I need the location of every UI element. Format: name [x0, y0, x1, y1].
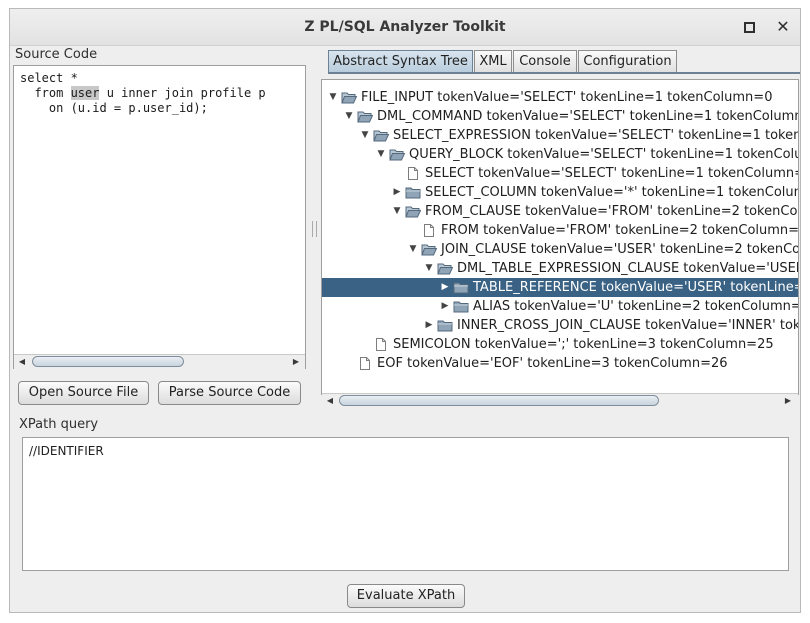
window-title: Z PL/SQL Analyzer Toolkit — [304, 19, 506, 35]
tree-node[interactable]: ▼ SELECT_EXPRESSION tokenValue='SELECT' t… — [322, 126, 798, 145]
folder-icon — [437, 319, 453, 332]
source-hscrollbar[interactable]: ◀ ▶ — [14, 354, 305, 369]
tree-node-label: FILE_INPUT tokenValue='SELECT' tokenLine… — [361, 90, 773, 105]
file-icon — [357, 357, 373, 370]
folder-icon — [405, 186, 421, 199]
code-segment: u inner join profile p — [99, 86, 266, 100]
tree-node-label: SELECT tokenValue='SELECT' tokenLine=1 t… — [425, 166, 799, 181]
tab-configuration[interactable]: Configuration — [578, 50, 677, 72]
tree-node[interactable]: EOF tokenValue='EOF' tokenLine=3 tokenCo… — [322, 354, 798, 373]
file-icon — [405, 167, 421, 180]
scroll-left-icon[interactable]: ◀ — [324, 395, 336, 407]
expanded-toggle-icon[interactable]: ▼ — [344, 107, 354, 126]
folder-open-icon — [357, 110, 374, 123]
grip-icon — [312, 221, 317, 237]
tree-node-label: SELECT_EXPRESSION tokenValue='SELECT' to… — [393, 128, 798, 143]
xpath-query-text: //IDENTIFIER — [29, 444, 104, 458]
tree-node-label: DML_TABLE_EXPRESSION_CLAUSE tokenValue='… — [457, 261, 799, 276]
file-icon — [421, 224, 437, 237]
tree-node[interactable]: SEMICOLON tokenValue=';' tokenLine=3 tok… — [322, 335, 798, 354]
tab-underline — [328, 72, 800, 74]
folder-open-icon — [389, 148, 406, 161]
tree-node[interactable]: ▼ JOIN_CLAUSE tokenValue='USER' tokenLine… — [322, 240, 798, 259]
folder-open-icon — [341, 91, 358, 104]
tree-node[interactable]: ▶ TABLE_REFERENCE tokenValue='USER' token… — [322, 278, 798, 297]
tree-node-label: INNER_CROSS_JOIN_CLAUSE tokenValue='INNE… — [457, 318, 798, 333]
close-icon: ✕ — [776, 17, 790, 36]
code-line: select * — [20, 71, 266, 86]
tree-node-label: DML_COMMAND tokenValue='SELECT' tokenLin… — [377, 109, 799, 124]
collapsed-toggle-icon[interactable]: ▶ — [440, 278, 450, 297]
folder-icon — [453, 300, 469, 313]
tree-node[interactable]: ▶ ALIAS tokenValue='U' tokenLine=2 tokenC… — [322, 297, 798, 316]
tree-node-label: FROM tokenValue='FROM' tokenLine=2 token… — [441, 223, 799, 238]
folder-open-icon — [373, 129, 390, 142]
tree-hscrollbar[interactable]: ◀ ▶ — [322, 393, 798, 408]
tree-node-label: SEMICOLON tokenValue=';' tokenLine=3 tok… — [393, 337, 774, 352]
folder-icon — [453, 281, 469, 294]
scroll-left-icon[interactable]: ◀ — [16, 356, 28, 368]
tree-node-label: SELECT_COLUMN tokenValue='*' tokenLine=1… — [425, 185, 799, 200]
tree-node-label: FROM_CLAUSE tokenValue='FROM' tokenLine=… — [425, 204, 798, 219]
expanded-toggle-icon[interactable]: ▼ — [424, 259, 434, 278]
expanded-toggle-icon[interactable]: ▼ — [328, 88, 338, 107]
expanded-toggle-icon[interactable]: ▼ — [392, 202, 402, 221]
ast-tree[interactable]: ▼ FILE_INPUT tokenValue='SELECT' tokenLin… — [321, 79, 799, 395]
tree-node-label: QUERY_BLOCK tokenValue='SELECT' tokenLin… — [409, 147, 798, 162]
tab-xml[interactable]: XML — [474, 50, 512, 72]
collapsed-toggle-icon[interactable]: ▶ — [392, 183, 402, 202]
split-pane-divider[interactable] — [310, 49, 318, 409]
tree-node[interactable]: ▶ SELECT_COLUMN tokenValue='*' tokenLine=… — [322, 183, 798, 202]
tab-abstract-syntax-tree[interactable]: Abstract Syntax Tree — [328, 50, 473, 72]
expanded-toggle-icon[interactable]: ▼ — [376, 145, 386, 164]
source-scroll-thumb[interactable] — [32, 356, 184, 367]
title-bar: Z PL/SQL Analyzer Toolkit ✕ — [10, 9, 800, 46]
open-source-file-button[interactable]: Open Source File — [18, 381, 149, 405]
tree-node[interactable]: FROM tokenValue='FROM' tokenLine=2 token… — [322, 221, 798, 240]
maximize-button[interactable] — [740, 18, 758, 36]
tree-node-label: ALIAS tokenValue='U' tokenLine=2 tokenCo… — [473, 299, 799, 314]
file-icon — [373, 338, 389, 351]
code-segment: on (u.id = p.user_id); — [20, 101, 208, 115]
evaluate-xpath-button[interactable]: Evaluate XPath — [347, 584, 465, 608]
folder-open-icon — [437, 262, 454, 275]
tree-node[interactable]: ▼ FROM_CLAUSE tokenValue='FROM' tokenLine… — [322, 202, 798, 221]
folder-open-icon — [421, 243, 438, 256]
highlighted-token: user — [70, 86, 100, 100]
expanded-toggle-icon[interactable]: ▼ — [408, 240, 418, 259]
collapsed-toggle-icon[interactable]: ▶ — [424, 316, 434, 335]
tree-node[interactable]: ▼ FILE_INPUT tokenValue='SELECT' tokenLin… — [322, 88, 798, 107]
expanded-toggle-icon[interactable]: ▼ — [360, 126, 370, 145]
tree-node-label: JOIN_CLAUSE tokenValue='USER' tokenLine=… — [441, 242, 798, 257]
tree-node-label: TABLE_REFERENCE tokenValue='USER' tokenL… — [473, 280, 798, 295]
close-button[interactable]: ✕ — [774, 18, 792, 36]
tree-node[interactable]: SELECT tokenValue='SELECT' tokenLine=1 t… — [322, 164, 798, 183]
tree-node-label: EOF tokenValue='EOF' tokenLine=3 tokenCo… — [377, 356, 728, 371]
tree-node[interactable]: ▼ DML_TABLE_EXPRESSION_CLAUSE tokenValue=… — [322, 259, 798, 278]
source-code-editor[interactable]: select * from user u inner join profile … — [13, 65, 306, 369]
tree-node[interactable]: ▼ DML_COMMAND tokenValue='SELECT' tokenLi… — [322, 107, 798, 126]
tree-node[interactable]: ▼ QUERY_BLOCK tokenValue='SELECT' tokenLi… — [322, 145, 798, 164]
xpath-query-label: XPath query — [19, 417, 99, 432]
scroll-right-icon[interactable]: ▶ — [782, 395, 794, 407]
maximize-icon — [743, 22, 755, 33]
tree-scroll-thumb[interactable] — [339, 395, 659, 406]
app-window: Z PL/SQL Analyzer Toolkit ✕ Source Code … — [9, 8, 801, 613]
folder-open-icon — [405, 205, 422, 218]
parse-source-code-button[interactable]: Parse Source Code — [158, 381, 301, 405]
tree-node[interactable]: ▶ INNER_CROSS_JOIN_CLAUSE tokenValue='INN… — [322, 316, 798, 335]
tab-console[interactable]: Console — [513, 50, 577, 72]
xpath-query-input[interactable]: //IDENTIFIER — [22, 437, 789, 571]
code-line: from user u inner join profile p — [20, 86, 266, 101]
source-code-text[interactable]: select * from user u inner join profile … — [20, 71, 266, 116]
code-segment: select * — [20, 71, 78, 85]
code-segment: from — [20, 86, 71, 100]
code-line: on (u.id = p.user_id); — [20, 101, 266, 116]
source-code-label: Source Code — [15, 47, 98, 62]
collapsed-toggle-icon[interactable]: ▶ — [440, 297, 450, 316]
scroll-right-icon[interactable]: ▶ — [290, 356, 302, 368]
